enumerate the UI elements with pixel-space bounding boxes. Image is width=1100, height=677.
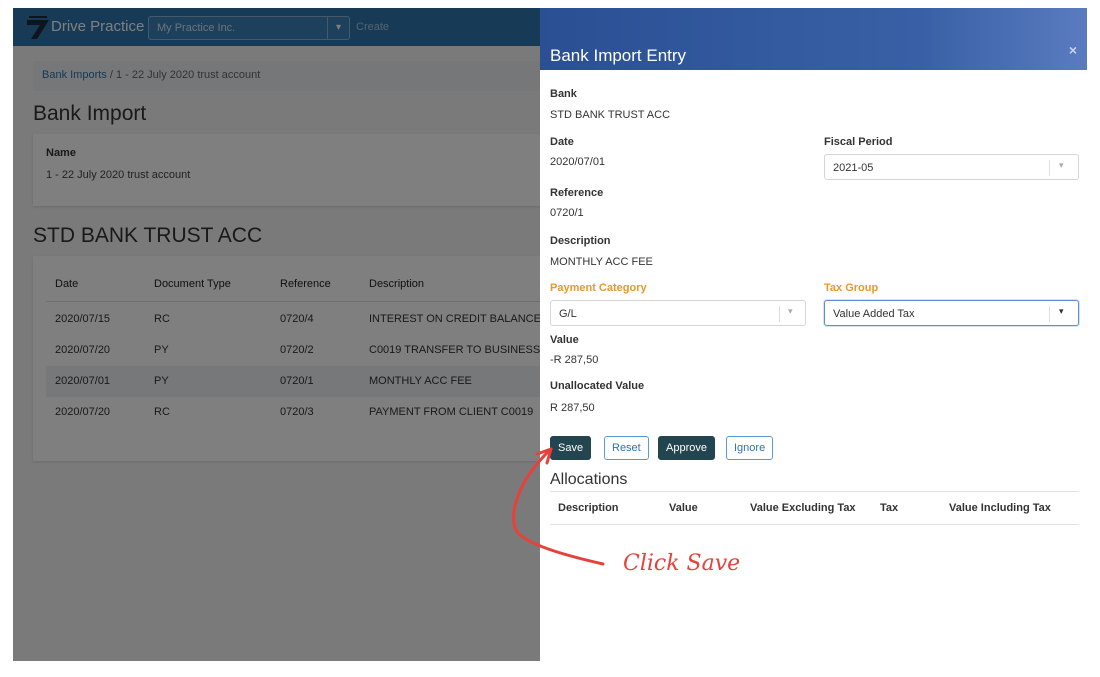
bank-value: STD BANK TRUST ACC bbox=[550, 109, 671, 121]
fiscal-period-label: Fiscal Period bbox=[824, 136, 893, 148]
chevron-down-icon: ▾ bbox=[788, 306, 793, 316]
payment-category-label: Payment Category bbox=[550, 282, 647, 294]
date-value: 2020/07/01 bbox=[550, 156, 606, 168]
payment-category-select[interactable]: G/L ▾ bbox=[550, 300, 806, 326]
allocations-header-tax: Tax bbox=[880, 502, 899, 514]
description-value: MONTHLY ACC FEE bbox=[550, 256, 653, 268]
reference-label: Reference bbox=[550, 187, 604, 199]
close-icon[interactable]: × bbox=[1069, 42, 1077, 58]
description-label: Description bbox=[550, 235, 611, 247]
value-label: Value bbox=[550, 334, 579, 346]
select-separator bbox=[779, 306, 780, 322]
chevron-down-icon: ▾ bbox=[1059, 160, 1064, 170]
fiscal-period-value: 2021-05 bbox=[833, 162, 874, 174]
bank-label: Bank bbox=[550, 88, 577, 100]
tax-group-select[interactable]: Value Added Tax ▾ bbox=[824, 300, 1079, 326]
ignore-button[interactable]: Ignore bbox=[726, 436, 774, 460]
fiscal-period-select[interactable]: 2021-05 ▾ bbox=[824, 154, 1079, 180]
tax-group-value: Value Added Tax bbox=[833, 308, 915, 320]
unallocated-value-value: R 287,50 bbox=[550, 402, 595, 414]
select-separator bbox=[1049, 160, 1050, 176]
select-separator bbox=[1049, 306, 1050, 322]
allocations-divider bbox=[550, 491, 1079, 492]
value-value: -R 287,50 bbox=[550, 354, 599, 366]
allocations-title: Allocations bbox=[550, 471, 628, 488]
allocations-header-value: Value bbox=[669, 502, 698, 514]
reference-value: 0720/1 bbox=[550, 207, 584, 219]
allocations-divider bbox=[550, 524, 1079, 525]
screen: Drive Practice My Practice Inc. ▾ Create… bbox=[13, 8, 1087, 661]
allocations-header-value-excluding-tax: Value Excluding Tax bbox=[750, 502, 856, 514]
save-button[interactable]: Save bbox=[550, 436, 592, 460]
date-label: Date bbox=[550, 136, 574, 148]
modal-title: Bank Import Entry bbox=[550, 46, 687, 65]
allocations-header-value-including-tax: Value Including Tax bbox=[949, 502, 1051, 514]
unallocated-value-label: Unallocated Value bbox=[550, 380, 645, 392]
tax-group-label: Tax Group bbox=[824, 282, 879, 294]
approve-button[interactable]: Approve bbox=[658, 436, 715, 460]
reset-button[interactable]: Reset bbox=[604, 436, 649, 460]
chevron-down-icon: ▾ bbox=[1059, 306, 1064, 316]
payment-category-value: G/L bbox=[559, 308, 577, 320]
annotation-callout: Click Save bbox=[623, 551, 741, 576]
allocations-header-description: Description bbox=[558, 502, 619, 514]
modal-header: Bank Import Entry × bbox=[540, 8, 1087, 70]
